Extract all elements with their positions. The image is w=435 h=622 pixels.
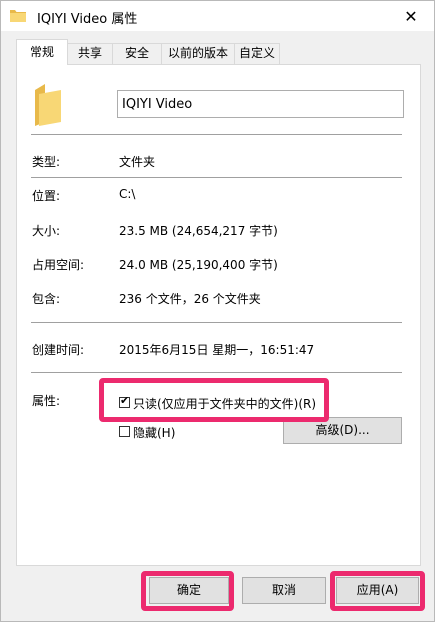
divider (31, 134, 402, 135)
hidden-checkbox[interactable] (119, 426, 130, 437)
title-bar: IQIYI Video 属性 ✕ (1, 1, 434, 31)
general-panel (16, 64, 421, 566)
divider (31, 372, 402, 373)
size-on-disk-label: 占用空间: (32, 258, 85, 272)
tab-previous-versions[interactable]: 以前的版本 (161, 43, 235, 64)
tab-label: 以前的版本 (167, 46, 228, 60)
tab-label: 常规 (29, 45, 54, 59)
check-icon: ✔ (120, 394, 130, 407)
divider (31, 322, 402, 323)
size-label: 大小: (32, 224, 61, 238)
folder-icon (35, 84, 61, 126)
window-title: IQIYI Video 属性 (37, 12, 138, 27)
hidden-label[interactable]: 隐藏(H) (133, 424, 175, 441)
ok-button-label: 确定 (176, 583, 201, 597)
tab-general[interactable]: 常规 (16, 39, 68, 65)
contains-value: 236 个文件，26 个文件夹 (119, 292, 261, 306)
properties-window: IQIYI Video 属性 ✕ 常规 共享 安全 以前的版本 自定义 类型: … (0, 0, 435, 622)
folder-name-input[interactable] (117, 90, 404, 118)
location-label: 位置: (32, 189, 61, 203)
tab-sharing[interactable]: 共享 (67, 43, 113, 64)
divider (31, 177, 402, 178)
type-label: 类型: (32, 155, 61, 169)
contains-label: 包含: (32, 292, 61, 306)
tab-customize[interactable]: 自定义 (234, 43, 280, 64)
advanced-button[interactable]: 高级(D)... (283, 417, 402, 444)
location-value: C:\ (119, 187, 136, 201)
created-label: 创建时间: (32, 343, 85, 357)
created-value: 2015年6月15日 星期一，16:51:47 (119, 343, 315, 357)
tab-label: 安全 (124, 46, 149, 60)
apply-button-label: 应用(A) (356, 583, 399, 597)
ok-button[interactable]: 确定 (149, 577, 229, 604)
attributes-label: 属性: (32, 394, 61, 408)
readonly-checkbox[interactable]: ✔ (119, 394, 130, 408)
cancel-button[interactable]: 取消 (242, 577, 326, 604)
tab-label: 自定义 (238, 46, 275, 60)
size-value: 23.5 MB (24,654,217 字节) (119, 224, 278, 238)
tab-label: 共享 (77, 46, 102, 60)
type-value: 文件夹 (119, 155, 156, 169)
cancel-button-label: 取消 (271, 583, 296, 597)
tab-security[interactable]: 安全 (112, 43, 162, 64)
readonly-label[interactable]: 只读(仅应用于文件夹中的文件)(R) (133, 395, 316, 412)
close-button[interactable]: ✕ (388, 1, 434, 31)
size-on-disk-value: 24.0 MB (25,190,400 字节) (119, 258, 278, 272)
close-icon: ✕ (404, 6, 418, 26)
advanced-button-label: 高级(D)... (315, 423, 370, 437)
folder-icon (10, 10, 26, 22)
apply-button[interactable]: 应用(A) (336, 577, 419, 604)
